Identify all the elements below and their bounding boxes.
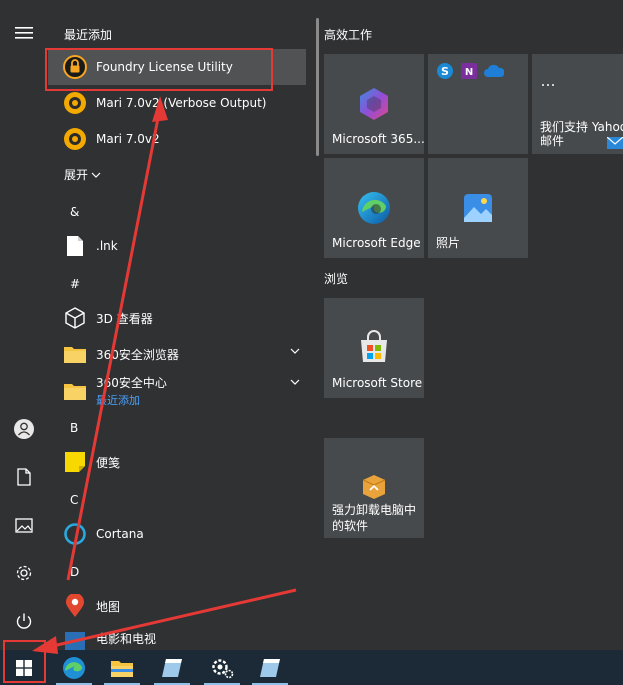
- picture-icon: [15, 517, 33, 533]
- folder-icon: [62, 378, 88, 404]
- taskbar-app-1[interactable]: [148, 650, 196, 685]
- tiles-area: 高效工作 Microsoft 365... S N 我们支持 Yahoo 邮件 …: [320, 0, 623, 650]
- skype-icon: S: [437, 63, 453, 79]
- tile-label-line1: 强力卸载电脑中: [332, 503, 417, 517]
- mari-icon: [62, 126, 88, 152]
- onenote-icon: N: [461, 63, 477, 79]
- tile-photos[interactable]: 照片: [428, 158, 528, 258]
- tile-microsoft-edge[interactable]: Microsoft Edge: [324, 158, 424, 258]
- app-mari[interactable]: Mari 7.0v2: [48, 121, 306, 157]
- app-label: .lnk: [96, 239, 118, 253]
- edge-icon: [358, 192, 390, 224]
- onedrive-icon: [484, 64, 504, 77]
- power-icon: [16, 613, 32, 629]
- tile-label: Microsoft 365...: [332, 132, 425, 146]
- documents-button[interactable]: [0, 454, 48, 500]
- hamburger-menu-button[interactable]: [0, 10, 48, 56]
- user-account-button[interactable]: [0, 406, 48, 452]
- pictures-button[interactable]: [0, 502, 48, 548]
- start-menu: 最近添加 Foundry License Utility Mari 7.0v2 …: [0, 0, 623, 650]
- photos-icon: [464, 194, 492, 222]
- folder-icon: [111, 660, 133, 677]
- mari-icon: [62, 90, 88, 116]
- letter-header-hash[interactable]: #: [70, 277, 80, 291]
- tile-uninstall-software[interactable]: 强力卸载电脑中 的软件: [324, 438, 424, 538]
- app-label: 便笺: [96, 455, 121, 470]
- annotation-box-foundry: [45, 48, 273, 91]
- tile-microsoft-365[interactable]: Microsoft 365...: [324, 54, 425, 154]
- app-label: 电影和电视: [96, 632, 157, 646]
- letter-header-d[interactable]: D: [70, 565, 79, 579]
- hamburger-icon: [15, 27, 33, 39]
- tile-label: Microsoft Edge: [332, 236, 421, 250]
- svg-text:N: N: [465, 67, 473, 78]
- tile-microsoft-store[interactable]: Microsoft Store: [324, 298, 424, 398]
- cube-icon: [62, 305, 88, 331]
- app-label: Mari 7.0v2 (Verbose Output): [96, 96, 267, 110]
- taskbar-edge[interactable]: [50, 650, 98, 685]
- app-list-scrollbar[interactable]: [316, 18, 319, 156]
- tile-label-line1: 我们支持 Yahoo: [540, 120, 623, 134]
- map-pin-icon: [62, 593, 88, 619]
- folder-icon: [62, 341, 88, 367]
- tile-mail-yahoo[interactable]: 我们支持 Yahoo 邮件: [532, 54, 623, 154]
- recycle-box-icon: [362, 475, 386, 499]
- app-cortana[interactable]: Cortana: [48, 516, 306, 552]
- settings-button[interactable]: [0, 550, 48, 596]
- tile-office-apps[interactable]: S N: [428, 54, 528, 154]
- app-movies-tv[interactable]: 电影和电视: [48, 626, 306, 650]
- app-label: 360安全中心: [96, 376, 167, 390]
- chevron-down-icon: [91, 172, 101, 178]
- recent-section-title: 最近添加: [64, 28, 113, 42]
- app-sticky-notes[interactable]: 便笺: [48, 444, 306, 480]
- power-button[interactable]: [0, 598, 48, 644]
- letter-header-amp[interactable]: &: [70, 205, 79, 219]
- app-folder-360-browser[interactable]: 360安全浏览器: [48, 336, 306, 372]
- sticky-note-icon: [62, 449, 88, 475]
- app-label: 3D 查看器: [96, 311, 153, 326]
- gear-icon: [212, 658, 234, 678]
- start-rail: [0, 0, 48, 650]
- app-folder-360-security[interactable]: 360安全中心 最近添加: [48, 372, 306, 410]
- svg-text:S: S: [441, 65, 449, 78]
- taskbar-settings[interactable]: [198, 650, 246, 685]
- microsoft-365-icon: [360, 88, 388, 120]
- tile-label-line2: 的软件: [332, 519, 369, 533]
- chevron-down-icon: [290, 348, 300, 354]
- tile-label: 照片: [436, 236, 461, 250]
- app-3d-viewer[interactable]: 3D 查看器: [48, 300, 306, 336]
- annotation-box-start: [3, 640, 46, 683]
- dots-decoration-icon: [542, 84, 554, 86]
- film-icon: [62, 630, 88, 650]
- tile-group-title-browse[interactable]: 浏览: [324, 270, 348, 287]
- chevron-down-icon: [290, 379, 300, 385]
- cortana-icon: [62, 521, 88, 547]
- taskbar-app-2[interactable]: [246, 650, 294, 685]
- app-label: Cortana: [96, 527, 144, 541]
- expand-label: 展开: [64, 168, 89, 182]
- app-list: 最近添加 Foundry License Utility Mari 7.0v2 …: [48, 0, 310, 650]
- taskbar-file-explorer[interactable]: [98, 650, 146, 685]
- app-label: 地图: [96, 599, 121, 614]
- store-bag-icon: [361, 330, 387, 362]
- app-window-icon: [260, 658, 280, 677]
- file-icon: [62, 233, 88, 259]
- tile-label: Microsoft Store: [332, 376, 423, 390]
- app-label: 360安全浏览器: [96, 347, 179, 362]
- app-window-icon: [162, 658, 182, 677]
- mail-icon: [607, 137, 623, 149]
- letter-header-c[interactable]: C: [70, 493, 78, 507]
- taskbar: [0, 650, 623, 685]
- document-icon: [17, 468, 31, 486]
- expand-toggle[interactable]: 展开: [64, 166, 101, 183]
- gear-icon: [16, 565, 32, 581]
- edge-icon: [63, 656, 85, 679]
- app-lnk[interactable]: .lnk: [48, 228, 306, 264]
- recently-added-badge: 最近添加: [96, 394, 140, 407]
- app-maps[interactable]: 地图: [48, 588, 306, 624]
- app-label: Mari 7.0v2: [96, 132, 160, 146]
- tile-group-title-productivity[interactable]: 高效工作: [324, 26, 372, 43]
- letter-header-b[interactable]: B: [70, 421, 78, 435]
- user-avatar-icon: [14, 419, 34, 439]
